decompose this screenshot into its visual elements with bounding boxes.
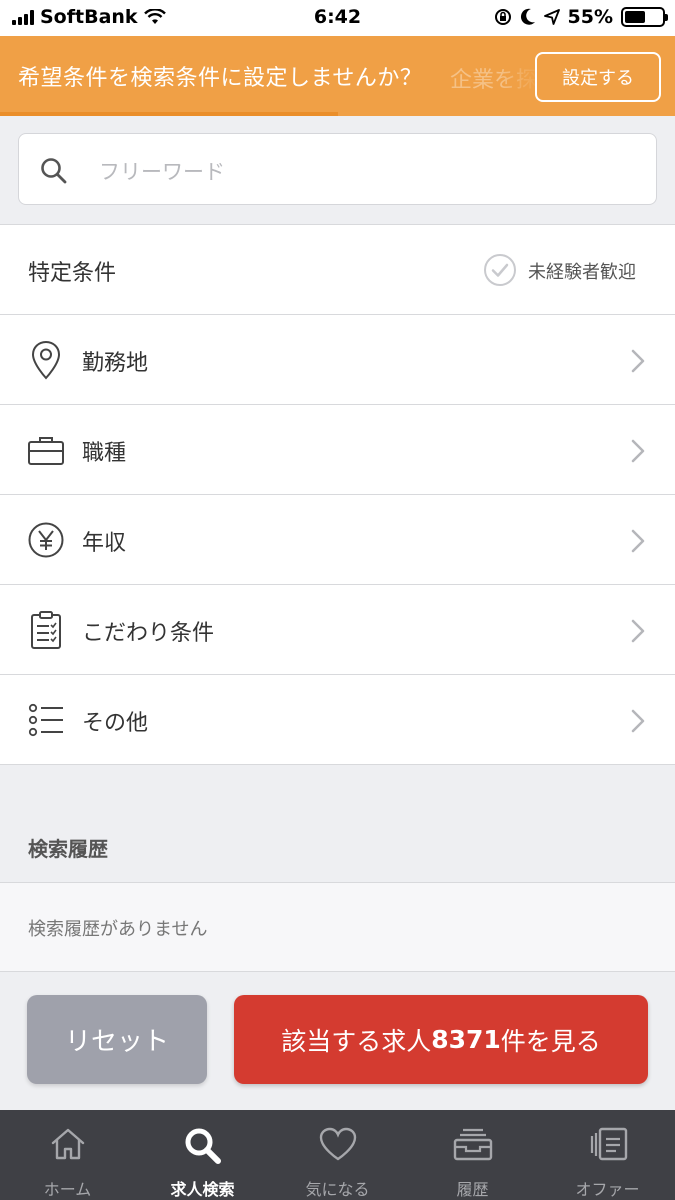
offer-cards-icon	[590, 1127, 627, 1161]
location-pin-icon	[26, 340, 66, 380]
chevron-right-icon	[631, 529, 645, 553]
preference-banner: 企業を探 希望条件を検索条件に設定しませんか？ 設定する	[0, 36, 675, 116]
inexperienced-welcome-toggle[interactable]: 未経験者歓迎	[528, 258, 636, 284]
tab-label: 履歴	[456, 1180, 489, 1199]
special-conditions-label: 特定条件	[28, 261, 117, 286]
chevron-right-icon	[631, 619, 645, 643]
search-history-heading: 検索履歴	[28, 837, 108, 861]
chevron-right-icon	[631, 349, 645, 373]
tab-label: ホーム	[43, 1180, 92, 1199]
tab-history[interactable]: 履歴	[405, 1110, 540, 1200]
search-history-empty: 検索履歴がありません	[28, 919, 208, 940]
tab-label: 求人検索	[170, 1180, 235, 1199]
search-placeholder: フリーワード	[99, 160, 225, 184]
results-count: 8371	[431, 1025, 501, 1054]
condition-list: 特定条件 未経験者歓迎 勤務地 職種 年収 こだわり条件 その他	[0, 224, 675, 765]
tab-home[interactable]: ホーム	[0, 1110, 135, 1200]
chevron-right-icon	[631, 439, 645, 463]
view-results-button[interactable]: 該当する求人 8371 件を見る	[234, 995, 648, 1084]
moon-icon	[520, 8, 535, 25]
condition-label: 勤務地	[82, 351, 149, 376]
condition-row-salary[interactable]: 年収	[0, 495, 675, 585]
tab-label: 気になる	[305, 1180, 370, 1199]
banner-message: 希望条件を検索条件に設定しませんか？	[18, 66, 423, 91]
banner-fade	[500, 36, 540, 116]
condition-row-job-type[interactable]: 職種	[0, 405, 675, 495]
battery-fill	[625, 11, 645, 23]
tab-job-search[interactable]: 求人検索	[135, 1110, 270, 1200]
special-conditions-row: 特定条件 未経験者歓迎	[0, 225, 675, 315]
search-input[interactable]: フリーワード	[18, 133, 657, 205]
location-arrow-icon	[543, 9, 560, 25]
clipboard-icon	[26, 611, 66, 649]
check-circle-icon[interactable]	[483, 253, 517, 287]
battery-icon	[621, 7, 668, 27]
inbox-icon	[453, 1128, 492, 1161]
condition-row-location[interactable]: 勤務地	[0, 315, 675, 405]
condition-row-other[interactable]: その他	[0, 675, 675, 765]
status-bar: SoftBank 6:42 55%	[0, 0, 675, 36]
results-suffix: 件を見る	[500, 1026, 601, 1056]
condition-label: こだわり条件	[82, 621, 215, 646]
status-right: 55%	[494, 6, 668, 28]
search-icon	[41, 158, 67, 184]
orientation-lock-icon	[494, 9, 511, 25]
search-area: フリーワード	[0, 116, 675, 224]
condition-label: その他	[82, 711, 149, 736]
results-prefix: 該当する求人	[281, 1026, 432, 1056]
list-icon	[26, 702, 66, 738]
briefcase-icon	[26, 432, 66, 468]
tab-bar: ホーム 求人検索 気になる 履歴 オファー	[0, 1110, 675, 1200]
search-history-list: 検索履歴がありません	[0, 882, 675, 972]
condition-label: 年収	[82, 531, 127, 556]
tab-offers[interactable]: オファー	[540, 1110, 675, 1200]
home-icon	[51, 1128, 84, 1160]
search-icon	[185, 1128, 221, 1164]
chevron-right-icon	[631, 709, 645, 733]
apply-preferences-button[interactable]: 設定する	[535, 52, 661, 102]
reset-button[interactable]: リセット	[27, 995, 207, 1084]
tab-favorites[interactable]: 気になる	[270, 1110, 405, 1200]
condition-label: 職種	[82, 441, 127, 466]
battery-percent: 55%	[567, 6, 613, 28]
tab-label: オファー	[575, 1180, 640, 1199]
condition-row-preferences[interactable]: こだわり条件	[0, 585, 675, 675]
yen-icon	[26, 522, 66, 558]
heart-icon	[319, 1127, 356, 1161]
